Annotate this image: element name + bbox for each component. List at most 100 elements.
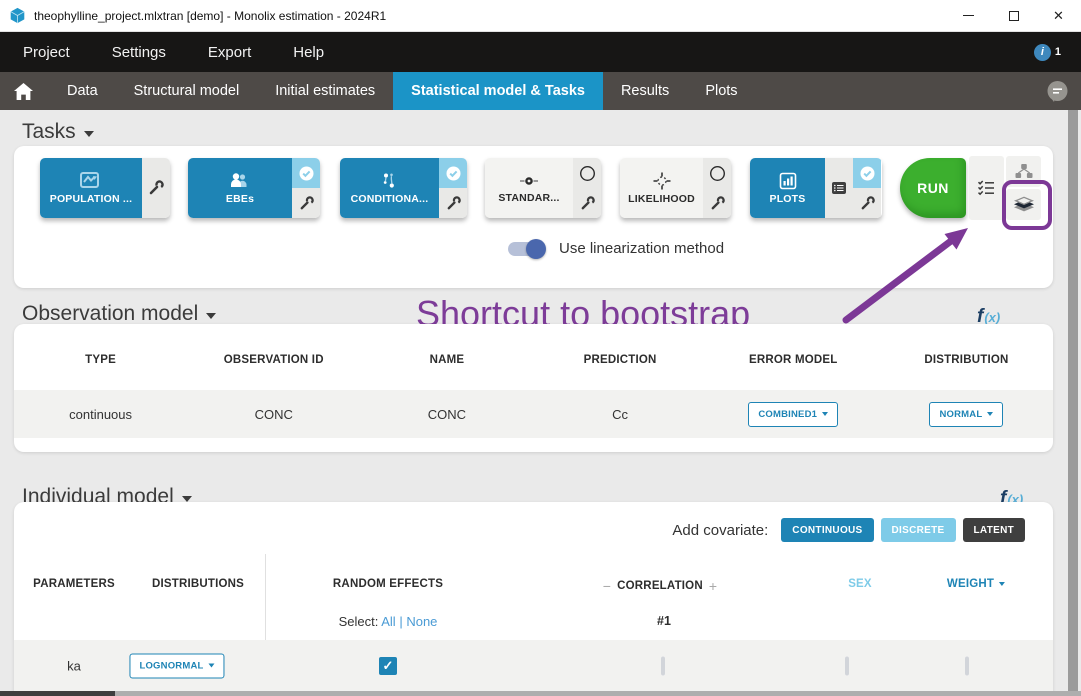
- population-settings-button[interactable]: [142, 158, 170, 218]
- select-all-link[interactable]: All: [381, 614, 395, 629]
- bootstrap-shortcut-button[interactable]: [1006, 189, 1041, 220]
- ka-sex-checkbox[interactable]: [845, 656, 849, 675]
- task-standard-errors-main[interactable]: STANDAR...: [485, 158, 573, 218]
- scenario-checklist-button[interactable]: [969, 156, 1004, 220]
- menu-help[interactable]: Help: [293, 44, 324, 61]
- shortcut-right-column: [1006, 156, 1041, 220]
- layers-icon: [1013, 195, 1035, 215]
- wrench-icon: [580, 196, 595, 211]
- standard-errors-icon: [519, 173, 539, 189]
- conditional-settings-button[interactable]: [439, 188, 467, 218]
- correlation-add-button[interactable]: +: [703, 578, 723, 594]
- tasks-card: POPULATION ...: [14, 146, 1053, 288]
- error-model-dropdown[interactable]: COMBINED1: [748, 402, 838, 427]
- task-ebes-side: [292, 158, 320, 218]
- minimize-icon: [963, 15, 974, 16]
- nav-tab-structural-model[interactable]: Structural model: [116, 72, 258, 110]
- likelihood-settings-button[interactable]: [703, 188, 731, 218]
- col-weight[interactable]: WEIGHT: [947, 578, 1005, 590]
- home-tab[interactable]: [0, 72, 49, 110]
- nav-tab-initial-estimates[interactable]: Initial estimates: [257, 72, 393, 110]
- distribution-dropdown[interactable]: NORMAL: [929, 402, 1003, 427]
- wrench-icon: [446, 196, 461, 211]
- observation-model-heading-label: Observation model: [22, 302, 198, 326]
- wrench-icon: [860, 196, 875, 211]
- correlation-remove-button[interactable]: −: [597, 578, 617, 594]
- individual-collapse-caret-icon[interactable]: [182, 496, 192, 502]
- window-controls: ✕: [946, 0, 1081, 31]
- toggle-knob: [526, 239, 546, 259]
- horizontal-scrollbar[interactable]: [0, 691, 1081, 696]
- tasks-collapse-caret-icon[interactable]: [84, 131, 94, 137]
- task-ebes-main[interactable]: EBEs: [188, 158, 292, 218]
- ka-distribution-dropdown[interactable]: LOGNORMAL: [129, 653, 224, 678]
- task-population-main[interactable]: POPULATION ...: [40, 158, 142, 218]
- task-population-side: [142, 158, 170, 218]
- parameter-name: ka: [67, 658, 81, 673]
- col-sex[interactable]: SEX: [848, 578, 872, 590]
- task-likelihood-main[interactable]: LIKELIHOOD: [620, 158, 703, 218]
- plots-settings-button[interactable]: [853, 188, 881, 218]
- task-standard-errors[interactable]: STANDAR...: [485, 158, 601, 218]
- select-none-link[interactable]: None: [406, 614, 437, 629]
- menu-settings[interactable]: Settings: [112, 44, 166, 61]
- add-discrete-covariate-button[interactable]: DISCRETE: [881, 518, 956, 542]
- vertical-scrollbar[interactable]: [1068, 110, 1078, 691]
- population-chart-icon: [80, 172, 102, 190]
- distribution-cell: LOGNORMAL: [129, 653, 224, 678]
- task-label: CONDITIONA...: [351, 193, 429, 205]
- nav-tab-plots[interactable]: Plots: [687, 72, 755, 110]
- task-plots-main[interactable]: PLOTS: [750, 158, 825, 218]
- plots-check-button[interactable]: [853, 158, 881, 188]
- info-icon: i: [1034, 44, 1051, 61]
- horizontal-scrollbar-thumb[interactable]: [0, 691, 115, 696]
- check-circle-icon: [298, 165, 315, 182]
- task-population-parameters[interactable]: POPULATION ...: [40, 158, 170, 218]
- window-title: theophylline_project.mlxtran [demo] - Mo…: [34, 9, 386, 23]
- correlation-cell: [661, 658, 665, 673]
- nav-tab-statistical-model-tasks[interactable]: Statistical model & Tasks: [393, 72, 603, 110]
- empty-circle-icon: [709, 165, 726, 182]
- task-likelihood[interactable]: LIKELIHOOD: [620, 158, 731, 218]
- nav-tab-data[interactable]: Data: [49, 72, 116, 110]
- notifications[interactable]: i 1: [1034, 44, 1061, 61]
- list-icon: [831, 180, 847, 196]
- task-plots-side: [853, 158, 881, 218]
- task-shortcut-panel: [969, 156, 1041, 220]
- assembly-button[interactable]: [1006, 156, 1041, 187]
- weight-cell: [965, 658, 969, 673]
- ebes-settings-button[interactable]: [292, 188, 320, 218]
- ka-correlation-checkbox[interactable]: [661, 656, 665, 675]
- col-name: NAME: [360, 354, 533, 366]
- close-button[interactable]: ✕: [1036, 0, 1081, 31]
- col-error-model: ERROR MODEL: [707, 354, 880, 366]
- minimize-button[interactable]: [946, 0, 991, 31]
- nav-tab-results[interactable]: Results: [603, 72, 687, 110]
- col-observation-id: OBSERVATION ID: [187, 354, 360, 366]
- task-conditional-distribution[interactable]: CONDITIONA...: [340, 158, 467, 218]
- standard-errors-check-button[interactable]: [573, 158, 601, 188]
- empty-circle-icon: [579, 165, 596, 182]
- standard-errors-settings-button[interactable]: [573, 188, 601, 218]
- ka-weight-checkbox[interactable]: [965, 656, 969, 675]
- observation-model-heading: Observation model: [22, 302, 216, 326]
- ka-random-effects-checkbox[interactable]: [379, 657, 397, 675]
- menu-project[interactable]: Project: [23, 44, 70, 61]
- maximize-button[interactable]: [991, 0, 1036, 31]
- linearization-toggle[interactable]: [508, 242, 544, 256]
- plots-list-button[interactable]: [825, 158, 853, 218]
- likelihood-check-button[interactable]: [703, 158, 731, 188]
- feedback-button[interactable]: [1046, 72, 1081, 110]
- col-correlation: − CORRELATION +: [597, 578, 723, 594]
- home-icon: [14, 83, 33, 100]
- menu-export[interactable]: Export: [208, 44, 251, 61]
- observation-collapse-caret-icon[interactable]: [206, 313, 216, 319]
- add-latent-covariate-button[interactable]: LATENT: [963, 518, 1026, 542]
- task-conditional-main[interactable]: CONDITIONA...: [340, 158, 439, 218]
- task-ebes[interactable]: EBEs: [188, 158, 320, 218]
- task-plots[interactable]: PLOTS: [750, 158, 882, 218]
- run-button[interactable]: RUN: [900, 158, 966, 218]
- ebes-check-button[interactable]: [292, 158, 320, 188]
- conditional-check-button[interactable]: [439, 158, 467, 188]
- add-continuous-covariate-button[interactable]: CONTINUOUS: [781, 518, 873, 542]
